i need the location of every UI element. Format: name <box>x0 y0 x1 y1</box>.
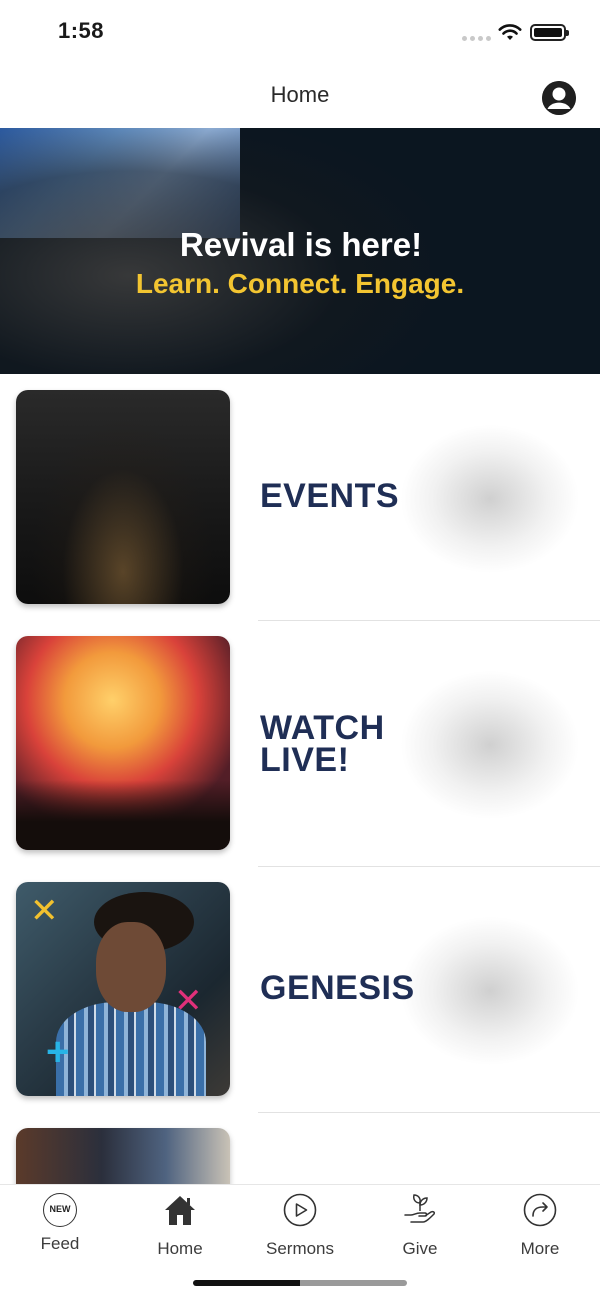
watch-live-label: WATCH LIVE! <box>260 709 385 779</box>
genesis-tile[interactable]: ✕ ✕ + GENESIS <box>0 866 600 1113</box>
watch-live-background-art <box>400 670 580 820</box>
hero-subtitle: Learn. Connect. Engage. <box>135 268 465 299</box>
tab-give[interactable]: Give <box>360 1193 480 1258</box>
watch-live-tile[interactable]: WATCH LIVE! <box>0 620 600 867</box>
blue-plus-shape: + <box>46 1030 70 1074</box>
tab-feed[interactable]: NEW Feed <box>0 1193 120 1257</box>
fourth-tile-image <box>16 1128 230 1184</box>
pink-x-shape: ✕ <box>174 982 203 1020</box>
events-label: EVENTS <box>260 477 400 515</box>
home-icon <box>165 1196 195 1225</box>
watch-live-label-line2: LIVE! <box>260 741 350 779</box>
genesis-label: GENESIS <box>260 969 415 1007</box>
wifi-icon <box>498 24 522 40</box>
tab-sermons[interactable]: Sermons <box>240 1193 360 1258</box>
profile-icon <box>542 81 576 115</box>
profile-button[interactable] <box>542 81 576 115</box>
events-image <box>16 390 230 604</box>
new-badge-icon: NEW <box>43 1193 77 1227</box>
genesis-background-art <box>400 916 580 1066</box>
share-arrow-icon <box>523 1193 557 1227</box>
watch-live-image <box>16 636 230 850</box>
tab-sermons-label: Sermons <box>265 1239 335 1258</box>
page-title: Home <box>270 82 330 107</box>
child-face <box>96 922 166 1012</box>
battery-icon <box>530 24 569 41</box>
tab-more[interactable]: More <box>480 1193 600 1258</box>
tab-home[interactable]: Home <box>120 1193 240 1258</box>
hero-title: Revival is here! <box>179 226 423 263</box>
tab-give-label: Give <box>402 1239 438 1258</box>
watch-live-label-line1: WATCH <box>260 709 385 747</box>
navigation-bar: Home <box>0 64 600 128</box>
genesis-image: ✕ ✕ + <box>16 882 230 1096</box>
tab-more-label: More <box>520 1239 560 1258</box>
status-bar: 1:58 <box>0 0 600 64</box>
play-icon <box>283 1193 317 1227</box>
fourth-tile[interactable] <box>0 1112 600 1184</box>
signal-dots-icon <box>462 36 491 41</box>
tab-feed-label: Feed <box>40 1234 80 1253</box>
events-background-art <box>400 424 580 574</box>
yellow-x-shape: ✕ <box>30 892 59 930</box>
new-badge-text: NEW <box>49 1204 71 1214</box>
concert-crowd <box>16 780 230 850</box>
give-plant-icon <box>404 1194 435 1223</box>
status-time: 1:58 <box>58 18 105 43</box>
home-indicator[interactable] <box>193 1280 407 1286</box>
tab-home-label: Home <box>157 1239 203 1258</box>
hero-banner[interactable]: Revival is here! Learn. Connect. Engage. <box>0 128 600 374</box>
events-tile[interactable]: EVENTS <box>0 374 600 621</box>
